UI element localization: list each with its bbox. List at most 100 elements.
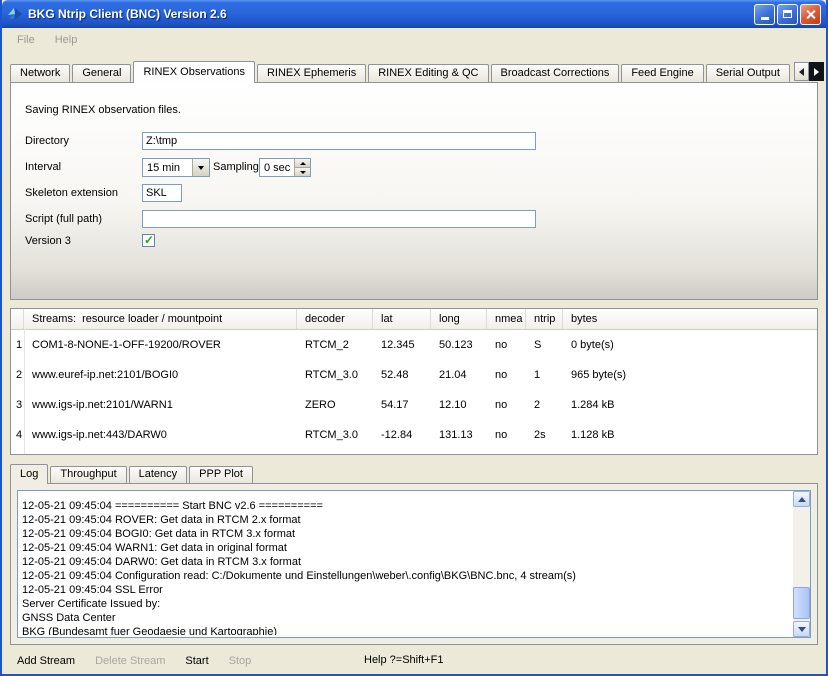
header-lat: lat — [373, 309, 431, 329]
cell-ntrip: 1 — [526, 369, 563, 381]
header-bytes: bytes — [563, 309, 817, 329]
spinner-down-button[interactable] — [295, 167, 310, 176]
cell-long: 12.10 — [431, 399, 487, 411]
log-line: 12-05-21 09:45:04 SSL Error — [22, 583, 788, 597]
close-button[interactable] — [800, 4, 821, 25]
directory-label: Directory — [25, 134, 69, 148]
window-title: BKG Ntrip Client (BNC) Version 2.6 — [28, 7, 754, 21]
stop-button[interactable]: Stop — [222, 652, 259, 670]
tab[interactable]: Feed Engine — [621, 64, 703, 82]
bnc-app-icon — [7, 6, 23, 22]
left-arrow-icon — [799, 68, 804, 76]
cell-decoder: RTCM_3.0 — [297, 369, 373, 381]
minimize-icon — [761, 17, 769, 20]
cell-nmea: no — [487, 429, 526, 441]
scrollbar-thumb[interactable] — [793, 587, 810, 619]
log-lines: 12-05-21 09:45:04 ========== Start BNC v… — [22, 499, 788, 635]
header-long: long — [431, 309, 487, 329]
delete-stream-button[interactable]: Delete Stream — [88, 652, 172, 670]
scroll-up-button[interactable] — [793, 491, 810, 507]
minimize-button[interactable] — [754, 4, 775, 25]
stream-row[interactable]: 3 www.igs-ip.net:2101/WARN1 ZERO 54.17 1… — [11, 390, 817, 420]
tab[interactable]: Serial Output — [706, 64, 790, 82]
log-line: BKG (Bundesamt fuer Geodaesie und Kartog… — [22, 625, 788, 635]
cell-nmea: no — [487, 339, 526, 351]
interval-dropdown-button[interactable] — [192, 159, 209, 176]
start-button[interactable]: Start — [178, 652, 215, 670]
cell-bytes: 0 byte(s) — [563, 339, 817, 351]
cell-mountpoint: www.euref-ip.net:2101/BOGI0 — [24, 369, 297, 381]
bottom-tab[interactable]: Latency — [129, 466, 188, 483]
spin-up-icon — [300, 162, 306, 165]
cell-long: 21.04 — [431, 369, 487, 381]
tab[interactable]: RINEX Ephemeris — [257, 64, 366, 82]
menu-item[interactable]: File — [8, 31, 44, 49]
cell-lat: 54.17 — [373, 399, 431, 411]
menubar: FileHelp — [2, 28, 826, 52]
script-path-input[interactable] — [142, 210, 536, 228]
help-hint: Help ?=Shift+F1 — [364, 654, 444, 666]
interval-label: Interval — [25, 160, 61, 174]
stream-row[interactable]: 1 COM1-8-NONE-1-OFF-19200/ROVER RTCM_2 1… — [11, 330, 817, 360]
titlebar[interactable]: BKG Ntrip Client (BNC) Version 2.6 — [2, 0, 826, 28]
tab[interactable]: RINEX Observations — [133, 61, 254, 83]
tab[interactable]: Broadcast Corrections — [491, 64, 620, 82]
panel-description: Saving RINEX observation files. — [25, 103, 181, 117]
interval-value: 15 min — [143, 162, 192, 174]
log-view[interactable]: 12-05-21 09:45:04 ========== Start BNC v… — [17, 490, 811, 638]
cell-lat: -12.84 — [373, 429, 431, 441]
log-line: 12-05-21 09:45:04 DARW0: Get data in RTC… — [22, 555, 788, 569]
scrollbar-track[interactable] — [793, 507, 810, 621]
tab-scroll-right-button[interactable] — [809, 62, 824, 81]
cell-lat: 52.48 — [373, 369, 431, 381]
streams-table-header: Streams: resource loader / mountpoint de… — [11, 309, 817, 330]
directory-input[interactable] — [142, 132, 536, 150]
sampling-spinner[interactable]: 0 sec — [259, 158, 311, 177]
maximize-button[interactable] — [777, 4, 798, 25]
interval-select[interactable]: 15 min — [142, 158, 210, 177]
main-tabs: NetworkGeneralRINEX ObservationsRINEX Ep… — [10, 60, 824, 82]
cell-decoder: RTCM_2 — [297, 339, 373, 351]
menu-item[interactable]: Help — [46, 31, 87, 49]
skeleton-extension-label: Skeleton extension — [25, 186, 118, 200]
tab[interactable]: General — [72, 64, 131, 82]
log-line: 12-05-21 09:45:04 WARN1: Get data in ori… — [22, 541, 788, 555]
sampling-spin-buttons — [294, 159, 310, 176]
bottom-tab[interactable]: Log — [10, 464, 48, 484]
cell-nmea: no — [487, 369, 526, 381]
streams-table: Streams: resource loader / mountpoint de… — [10, 308, 818, 455]
add-stream-button[interactable]: Add Stream — [10, 652, 82, 670]
skeleton-extension-input[interactable] — [142, 184, 182, 202]
close-icon — [805, 9, 816, 20]
log-line: 12-05-21 09:45:04 Configuration read: C:… — [22, 569, 788, 583]
scroll-down-button[interactable] — [793, 621, 810, 637]
cell-long: 50.123 — [431, 339, 487, 351]
log-line: 12-05-21 09:45:04 ROVER: Get data in RTC… — [22, 513, 788, 527]
cell-mountpoint: www.igs-ip.net:2101/WARN1 — [24, 399, 297, 411]
log-line: Server Certificate Issued by: — [22, 597, 788, 611]
main-tabstrip: NetworkGeneralRINEX ObservationsRINEX Ep… — [10, 60, 824, 82]
bottom-tab[interactable]: PPP Plot — [189, 466, 253, 483]
version3-checkbox[interactable] — [142, 234, 155, 247]
cell-lat: 12.345 — [373, 339, 431, 351]
header-mountpoint: Streams: resource loader / mountpoint — [24, 309, 297, 329]
cell-ntrip: S — [526, 339, 563, 351]
header-nmea: nmea — [487, 309, 526, 329]
bottom-tab[interactable]: Throughput — [50, 466, 126, 483]
stream-row[interactable]: 4 www.igs-ip.net:443/DARW0 RTCM_3.0 -12.… — [11, 420, 817, 450]
cell-decoder: RTCM_3.0 — [297, 429, 373, 441]
tab[interactable]: Network — [10, 64, 70, 82]
sampling-value: 0 sec — [260, 162, 294, 174]
log-line: 12-05-21 09:45:04 BOGI0: Get data in RTC… — [22, 527, 788, 541]
header-decoder: decoder — [297, 309, 373, 329]
cell-mountpoint: COM1-8-NONE-1-OFF-19200/ROVER — [24, 339, 297, 351]
tab-scroll-left-button[interactable] — [794, 62, 809, 81]
log-scrollbar[interactable] — [793, 491, 810, 637]
stream-row[interactable]: 2 www.euref-ip.net:2101/BOGI0 RTCM_3.0 5… — [11, 360, 817, 390]
spinner-up-button[interactable] — [295, 159, 310, 167]
cell-nmea: no — [487, 399, 526, 411]
row-number: 1 — [11, 339, 24, 351]
tab[interactable]: RINEX Editing & QC — [368, 64, 488, 82]
log-panel: 12-05-21 09:45:04 ========== Start BNC v… — [10, 483, 818, 645]
cell-decoder: ZERO — [297, 399, 373, 411]
